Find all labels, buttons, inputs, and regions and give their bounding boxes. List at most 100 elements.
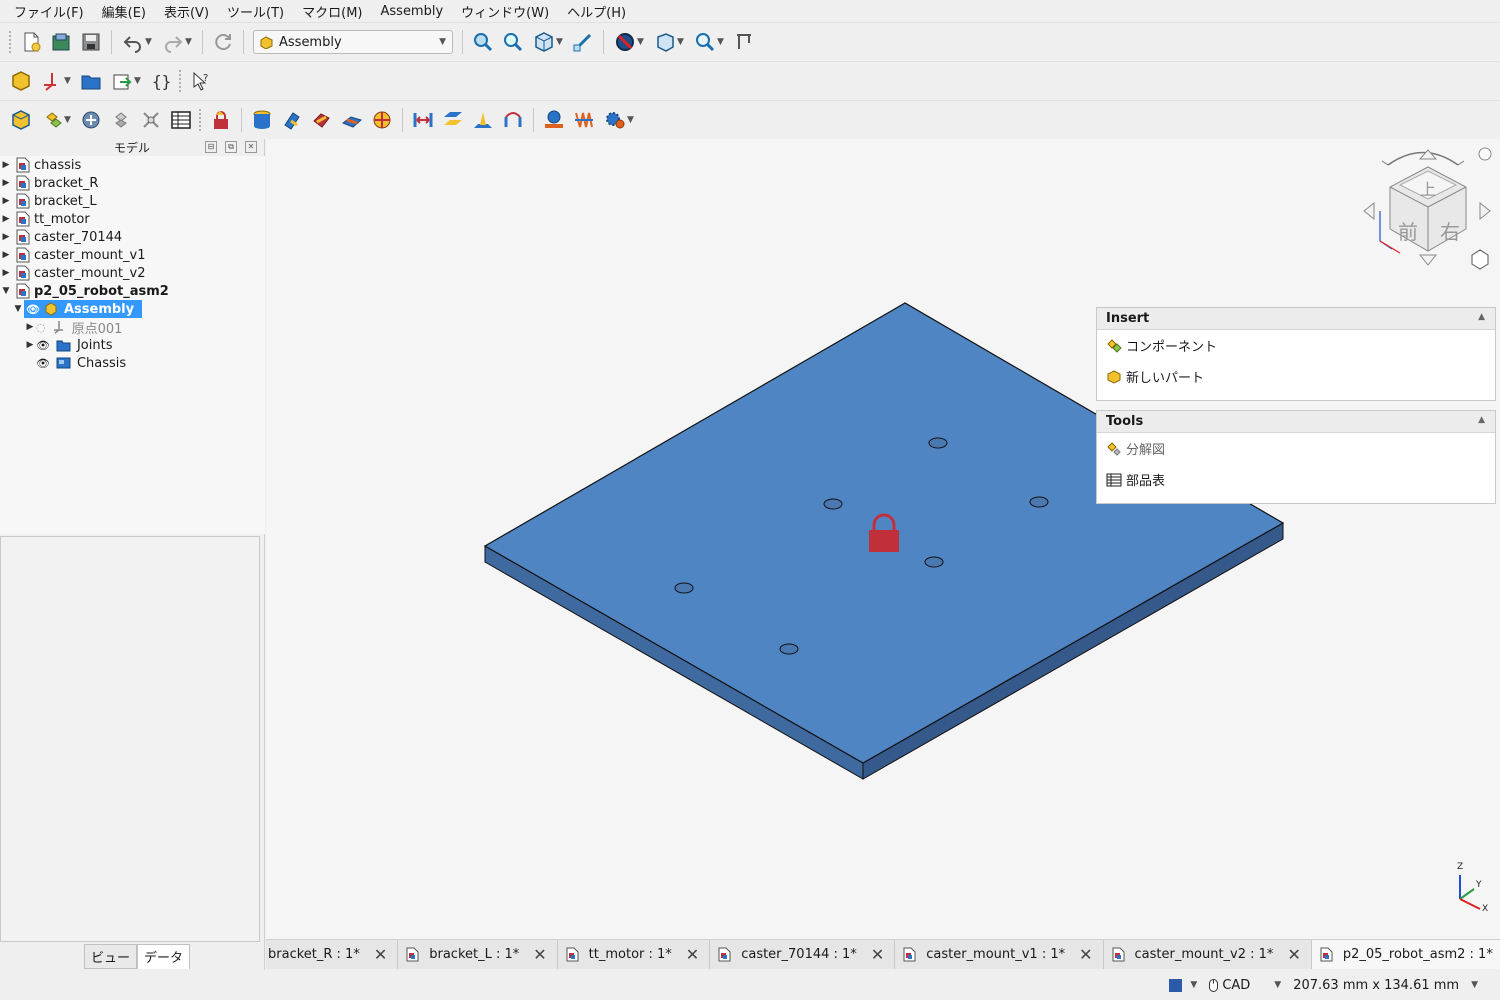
close-icon[interactable]: ✕ (1287, 945, 1300, 964)
menu-file[interactable]: ファイル(F) (8, 2, 90, 21)
fit-all-button[interactable] (468, 27, 498, 57)
panel-close-button[interactable]: ✕ (245, 141, 257, 153)
expand-arrow-icon[interactable]: ▶ (0, 196, 12, 206)
navigation-style-selector[interactable]: CAD ▼ (1209, 978, 1281, 993)
solve-assembly-button[interactable] (76, 105, 106, 135)
doc-tab[interactable]: caster_mount_v2 : 1* ✕ (1103, 940, 1312, 969)
tree-item-doc[interactable]: ▶ bracket_L (0, 192, 265, 210)
dimension-readout[interactable]: 207.63 mm x 134.61 mm ▼ (1293, 978, 1478, 993)
close-icon[interactable]: ✕ (374, 945, 387, 964)
nav-menu-icon[interactable] (1478, 147, 1492, 161)
close-icon[interactable]: ✕ (871, 945, 884, 964)
datum-button[interactable]: ▼ (36, 66, 76, 96)
explode-button[interactable] (106, 105, 136, 135)
undo-button[interactable]: ▼ (117, 27, 157, 57)
collapse-up-icon[interactable]: ▲ (1478, 415, 1485, 425)
close-icon[interactable]: ✕ (533, 945, 546, 964)
draw-style-status[interactable]: ▼ (1169, 978, 1197, 992)
simulation-button[interactable] (136, 105, 166, 135)
collapse-arrow-icon[interactable]: ▼ (12, 304, 24, 314)
expand-arrow-icon[interactable]: ▶ (0, 232, 12, 242)
zoom-button[interactable]: ▼ (689, 27, 729, 57)
tree-item-origin[interactable]: ▶ ◌ 原点001 (0, 318, 265, 337)
ball-joint-button[interactable] (367, 105, 397, 135)
panel-collapse-button[interactable]: ⊟ (205, 141, 217, 153)
doc-tab[interactable]: bracket_R : 1* ✕ (266, 940, 399, 969)
expand-arrow-icon[interactable]: ▶ (0, 214, 12, 224)
tree-item-chassis[interactable]: 👁 Chassis (0, 354, 265, 372)
measure-button[interactable] (568, 27, 598, 57)
eye-icon[interactable]: 👁 (26, 303, 40, 316)
create-group-button[interactable] (76, 66, 106, 96)
refresh-button[interactable] (208, 27, 238, 57)
standard-views-button[interactable]: ▼ (528, 27, 568, 57)
parallel-joint-button[interactable] (438, 105, 468, 135)
nav-arrow-left-icon[interactable] (1363, 201, 1375, 221)
link-button[interactable]: ▼ (106, 66, 146, 96)
tree-item-doc[interactable]: ▶ chassis (0, 156, 265, 174)
task-insert-component[interactable]: コンポーネント (1097, 330, 1495, 361)
tree-item-active-doc[interactable]: ▼ p2_05_robot_asm2 (0, 282, 265, 300)
bill-of-materials-button[interactable] (166, 105, 196, 135)
expand-arrow-icon[interactable]: ▶ (24, 322, 36, 332)
nav-arrow-right-icon[interactable] (1479, 201, 1491, 221)
task-new-part[interactable]: 新しいパート (1097, 361, 1495, 392)
save-button[interactable] (76, 27, 106, 57)
menu-window[interactable]: ウィンドウ(W) (455, 2, 555, 21)
tree-item-doc[interactable]: ▶ caster_mount_v1 (0, 246, 265, 264)
tree-item-assembly[interactable]: ▼ 👁 Assembly (0, 300, 265, 318)
menu-edit[interactable]: 編集(E) (96, 2, 152, 21)
screw-joint-button[interactable] (569, 105, 599, 135)
expand-arrow-icon[interactable]: ▶ (0, 160, 12, 170)
toolbar-grip[interactable] (178, 69, 182, 93)
nav-arrow-down-icon[interactable] (1418, 254, 1438, 266)
tree-selection-highlight[interactable]: 👁 Assembly (24, 300, 143, 318)
panel-float-button[interactable]: ⧉ (225, 141, 237, 153)
measure-distance-button[interactable] (729, 27, 759, 57)
variable-set-button[interactable]: {} (146, 66, 176, 96)
tab-view[interactable]: ビュー (84, 944, 138, 969)
menu-assembly[interactable]: Assembly (375, 4, 450, 19)
bounding-box-button[interactable]: ▼ (649, 27, 689, 57)
menu-view[interactable]: 表示(V) (158, 2, 215, 21)
doc-tab[interactable]: bracket_L : 1* ✕ (398, 940, 558, 969)
eye-hidden-icon[interactable]: ◌ (36, 321, 46, 334)
expand-arrow-icon[interactable]: ▶ (24, 340, 36, 350)
workbench-selector[interactable]: Assembly ▼ (253, 30, 453, 54)
open-button[interactable] (46, 27, 76, 57)
tree-item-doc[interactable]: ▶ tt_motor (0, 210, 265, 228)
gears-button[interactable]: ▼ (599, 105, 639, 135)
menu-help[interactable]: ヘルプ(H) (561, 2, 632, 21)
tree-item-doc[interactable]: ▶ caster_70144 (0, 228, 265, 246)
doc-tab-active[interactable]: p2_05_robot_asm2 : 1* ✕ (1311, 940, 1500, 969)
task-section-header[interactable]: Insert ▲ (1097, 308, 1495, 330)
create-part-button[interactable] (6, 66, 36, 96)
perpendicular-joint-button[interactable] (468, 105, 498, 135)
menu-tools[interactable]: ツール(T) (221, 2, 290, 21)
navigation-cube[interactable]: 上 前 右 (1363, 147, 1492, 270)
ground-button[interactable] (206, 105, 236, 135)
angle-joint-button[interactable] (498, 105, 528, 135)
tree-item-joints[interactable]: ▶ 👁 Joints (0, 336, 265, 354)
task-exploded-view[interactable]: 分解図 (1097, 433, 1495, 464)
expand-arrow-icon[interactable]: ▶ (0, 268, 12, 278)
tab-data[interactable]: データ (137, 944, 191, 969)
redo-button[interactable]: ▼ (157, 27, 197, 57)
fit-selection-button[interactable] (498, 27, 528, 57)
task-section-header[interactable]: Tools ▲ (1097, 411, 1495, 433)
nav-arrow-up-icon[interactable] (1418, 149, 1438, 160)
close-icon[interactable]: ✕ (1079, 945, 1092, 964)
collapse-arrow-icon[interactable]: ▼ (0, 286, 12, 296)
new-document-button[interactable] (16, 27, 46, 57)
doc-tab[interactable]: caster_70144 : 1* ✕ (710, 940, 896, 969)
toolbar-grip[interactable] (198, 108, 202, 132)
fixed-joint-button[interactable] (247, 105, 277, 135)
task-bill-of-materials[interactable]: 部品表 (1097, 464, 1495, 495)
create-assembly-button[interactable] (6, 105, 36, 135)
rack-pinion-button[interactable] (539, 105, 569, 135)
menu-macro[interactable]: マクロ(M) (296, 2, 368, 21)
whats-this-button[interactable]: ? (186, 66, 216, 96)
3d-viewport[interactable]: 上 前 右 Z Y X (266, 139, 1500, 939)
nav-home-cube-icon[interactable] (1471, 249, 1489, 270)
collapse-up-icon[interactable]: ▲ (1478, 312, 1485, 322)
